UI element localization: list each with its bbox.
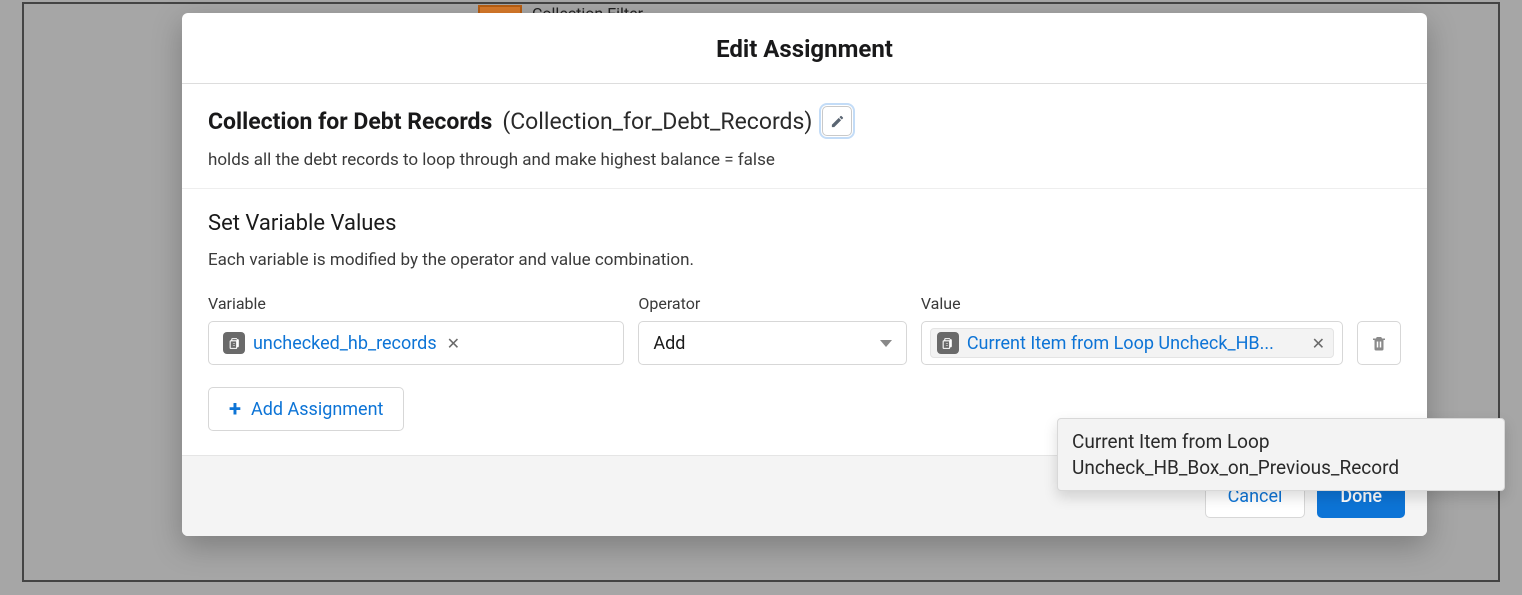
variable-pill-text: unchecked_hb_records [253, 333, 437, 354]
record-title-block: Collection for Debt Records (Collection_… [182, 84, 1427, 189]
value-pill-text: Current Item from Loop Uncheck_HB... [967, 333, 1302, 354]
edit-name-button[interactable] [822, 106, 852, 136]
value-clear-icon[interactable]: ✕ [1310, 334, 1327, 353]
variable-column-label: Variable [208, 294, 624, 313]
variable-clear-icon[interactable]: ✕ [445, 334, 462, 353]
assignment-body: Set Variable Values Each variable is mod… [182, 189, 1427, 455]
value-tooltip: Current Item from Loop Uncheck_HB_Box_on… [1057, 418, 1505, 491]
add-assignment-button[interactable]: + Add Assignment [208, 387, 404, 431]
operator-select[interactable]: Add [638, 321, 906, 365]
plus-icon: + [229, 397, 241, 422]
record-description: holds all the debt records to loop throu… [208, 150, 1401, 170]
variable-input[interactable]: unchecked_hb_records ✕ [208, 321, 624, 365]
record-name: Collection for Debt Records [208, 108, 492, 135]
delete-row-button[interactable] [1357, 321, 1401, 365]
pencil-icon [830, 114, 845, 129]
section-heading: Set Variable Values [208, 211, 1401, 236]
variable-resource-icon [223, 332, 245, 354]
assignment-row: Variable unchecked_hb_records ✕ Operator… [208, 294, 1401, 365]
value-input[interactable]: Current Item from Loop Uncheck_HB... ✕ [921, 321, 1343, 365]
add-assignment-label: Add Assignment [251, 399, 383, 420]
operator-column-label: Operator [638, 294, 906, 313]
operator-value: Add [653, 333, 685, 354]
trash-icon [1370, 334, 1388, 352]
modal-title: Edit Assignment [182, 35, 1427, 63]
value-column-label: Value [921, 294, 1343, 313]
section-subtext: Each variable is modified by the operato… [208, 250, 1401, 270]
chevron-down-icon [880, 340, 892, 347]
value-resource-icon [937, 332, 959, 354]
modal-header: Edit Assignment [182, 13, 1427, 84]
record-api-name: (Collection_for_Debt_Records) [502, 108, 812, 135]
